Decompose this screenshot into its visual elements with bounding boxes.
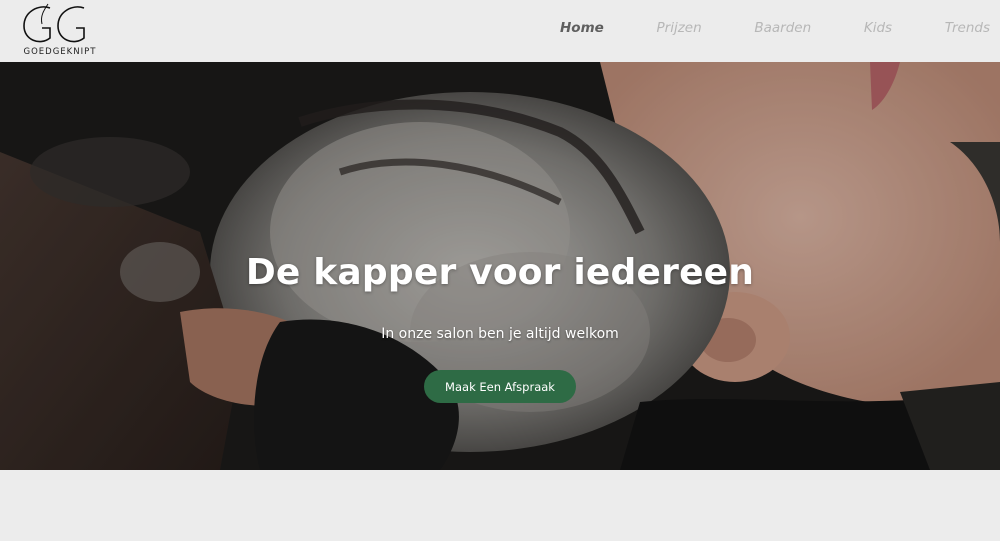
hero-title: De kapper voor iedereen [245,252,755,293]
nav-item-prijzen[interactable]: Prijzen [657,20,702,40]
site-header: GOEDGEKNIPT Home Prijzen Baarden Kids Tr… [0,0,1000,62]
nav-item-home[interactable]: Home [560,20,604,40]
hero-banner: De kapper voor iedereen In onze salon be… [0,62,1000,470]
make-appointment-button[interactable]: Maak Een Afspraak [424,370,576,403]
nav-item-kids[interactable]: Kids [864,20,892,40]
main-nav: Home Prijzen Baarden Kids Trends [560,20,990,40]
nav-item-baarden[interactable]: Baarden [754,20,811,40]
nav-item-trends[interactable]: Trends [945,20,990,40]
brand-logo[interactable]: GOEDGEKNIPT [20,2,100,60]
hero-subtitle: In onze salon ben je altijd welkom [381,326,619,342]
logo-monogram-icon [23,3,85,43]
brand-name: GOEDGEKNIPT [23,47,97,57]
content-area [0,470,1000,541]
